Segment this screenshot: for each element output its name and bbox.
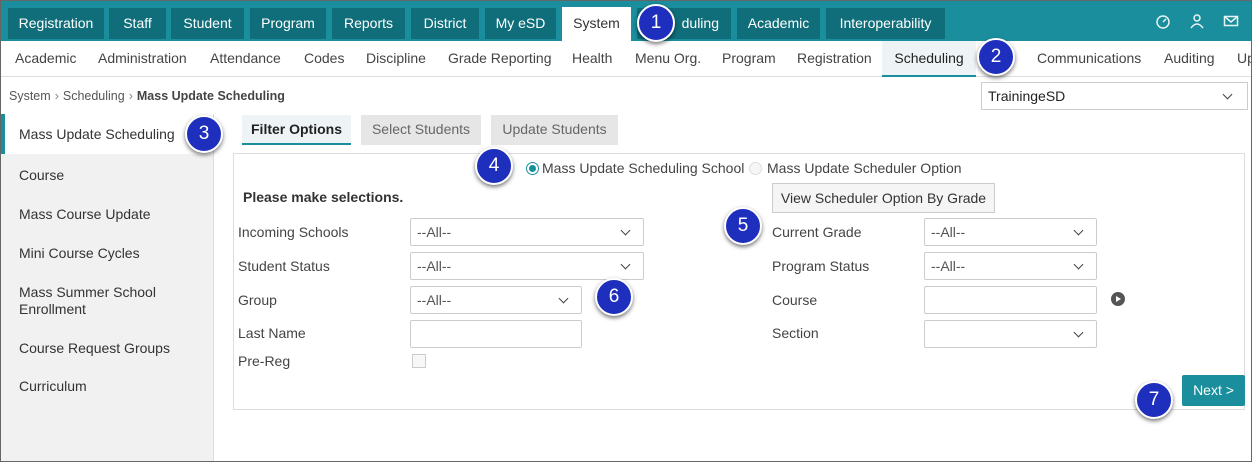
- current-grade-select[interactable]: --All--: [924, 218, 1097, 246]
- top-tab-registration[interactable]: Registration: [8, 8, 104, 39]
- top-icons: [1155, 13, 1239, 29]
- sidebar-item-mass-update-scheduling[interactable]: Mass Update Scheduling: [1, 114, 213, 154]
- sidebar-item-course[interactable]: Course: [1, 167, 213, 183]
- chevron-down-icon: [1073, 259, 1084, 270]
- subnav-registration[interactable]: Registration: [797, 41, 872, 77]
- breadcrumb: System › Scheduling › Mass Update Scheduling: [9, 89, 285, 103]
- section-select[interactable]: [924, 320, 1097, 348]
- top-tab-student[interactable]: Student: [171, 8, 244, 39]
- chevron-down-icon: [1073, 327, 1084, 338]
- course-input[interactable]: [924, 286, 1097, 314]
- radio-label-scheduler-option: Mass Update Scheduler Option: [767, 160, 962, 176]
- breadcrumb-current: Mass Update Scheduling: [136, 89, 285, 103]
- top-navigation-bar: Registration Staff Student Program Repor…: [1, 1, 1251, 41]
- sidebar-item-mini-course-cycles[interactable]: Mini Course Cycles: [1, 245, 213, 261]
- incoming-schools-value: --All--: [417, 224, 452, 240]
- district-select[interactable]: TrainingeSD: [981, 82, 1248, 110]
- pre-reg-label: Pre-Reg: [238, 353, 291, 369]
- breadcrumb-scheduling[interactable]: Scheduling: [63, 89, 125, 103]
- callout-badge-5: 5: [724, 207, 762, 245]
- callout-badge-1: 1: [637, 4, 675, 42]
- chevron-down-icon: [1073, 225, 1084, 236]
- subnav-academic[interactable]: Academic: [15, 41, 76, 77]
- chevron-down-icon: [558, 293, 569, 304]
- sidebar-item-curriculum[interactable]: Curriculum: [1, 378, 213, 394]
- subnav-discipline[interactable]: Discipline: [366, 41, 426, 77]
- pre-reg-checkbox[interactable]: [412, 354, 426, 368]
- current-grade-value: --All--: [931, 224, 966, 240]
- sub-navigation: Academic Administration Attendance Codes…: [1, 41, 1251, 77]
- student-status-label: Student Status: [238, 258, 330, 274]
- top-tab-my-esd[interactable]: My eSD: [485, 8, 556, 39]
- mail-icon[interactable]: [1223, 13, 1239, 29]
- callout-badge-3: 3: [185, 115, 223, 153]
- top-tab-interoperability[interactable]: Interoperability: [826, 8, 945, 39]
- user-icon[interactable]: [1189, 13, 1205, 29]
- top-tab-system[interactable]: System: [562, 7, 631, 41]
- breadcrumb-system[interactable]: System: [9, 89, 51, 103]
- section-label: Section: [772, 325, 819, 341]
- tab-select-students[interactable]: Select Students: [361, 115, 481, 145]
- chevron-down-icon: [620, 259, 631, 270]
- callout-badge-6: 6: [595, 278, 633, 316]
- subnav-program[interactable]: Program: [722, 41, 776, 77]
- last-name-label: Last Name: [238, 325, 306, 341]
- student-status-value: --All--: [417, 258, 452, 274]
- play-icon[interactable]: [1111, 292, 1125, 306]
- group-label: Group: [238, 292, 277, 308]
- subnav-grade-reporting[interactable]: Grade Reporting: [448, 41, 552, 77]
- chevron-down-icon: [620, 225, 631, 236]
- callout-badge-7: 7: [1135, 381, 1173, 419]
- sidebar-item-course-request-groups[interactable]: Course Request Groups: [1, 340, 213, 356]
- callout-badge-2: 2: [977, 38, 1015, 76]
- subnav-administration[interactable]: Administration: [98, 41, 187, 77]
- breadcrumb-separator-icon: ›: [128, 89, 133, 103]
- radio-label-school: Mass Update Scheduling School: [542, 160, 745, 176]
- current-grade-label: Current Grade: [772, 224, 862, 240]
- view-scheduler-option-button[interactable]: View Scheduler Option By Grade: [772, 183, 995, 213]
- incoming-schools-select[interactable]: --All--: [410, 218, 644, 246]
- top-tab-district[interactable]: District: [411, 8, 479, 39]
- student-status-select[interactable]: --All--: [410, 252, 644, 280]
- tab-update-students[interactable]: Update Students: [491, 115, 618, 145]
- callout-badge-4: 4: [475, 147, 513, 185]
- radio-mass-update-scheduling-school[interactable]: [526, 162, 539, 175]
- sidebar-item-mass-summer-school-enrollment[interactable]: Mass Summer School Enrollment: [1, 284, 171, 318]
- subnav-attendance[interactable]: Attendance: [210, 41, 281, 77]
- subnav-auditing[interactable]: Auditing: [1164, 41, 1215, 77]
- top-tab-staff[interactable]: Staff: [109, 8, 166, 39]
- incoming-schools-label: Incoming Schools: [238, 224, 349, 240]
- radio-mass-update-scheduler-option[interactable]: [749, 162, 762, 175]
- subnav-health[interactable]: Health: [572, 41, 612, 77]
- left-sidebar: Mass Update Scheduling Course Mass Cours…: [1, 114, 214, 461]
- top-tab-academic[interactable]: Academic: [737, 8, 820, 39]
- group-value: --All--: [417, 292, 452, 308]
- app-frame: Registration Staff Student Program Repor…: [0, 0, 1252, 462]
- last-name-input[interactable]: [410, 320, 582, 348]
- dashboard-icon[interactable]: [1155, 13, 1171, 29]
- subnav-overflow[interactable]: Up: [1237, 41, 1251, 77]
- sidebar-item-mass-course-update[interactable]: Mass Course Update: [1, 206, 213, 222]
- program-status-select[interactable]: --All--: [924, 252, 1097, 280]
- group-select[interactable]: --All--: [410, 286, 582, 314]
- subnav-menu-org[interactable]: Menu Org.: [635, 41, 701, 77]
- tab-filter-options[interactable]: Filter Options: [242, 115, 351, 145]
- chevron-down-icon: [1222, 89, 1233, 100]
- district-select-value: TrainingeSD: [988, 88, 1066, 104]
- course-label: Course: [772, 292, 818, 308]
- top-tab-program[interactable]: Program: [250, 8, 326, 39]
- subnav-codes[interactable]: Codes: [304, 41, 344, 77]
- next-button[interactable]: Next >: [1182, 375, 1245, 406]
- breadcrumb-separator-icon: ›: [54, 89, 59, 103]
- subnav-communications[interactable]: Communications: [1037, 41, 1141, 77]
- program-status-label: Program Status: [772, 258, 870, 274]
- subnav-scheduling[interactable]: Scheduling: [882, 41, 976, 77]
- program-status-value: --All--: [931, 258, 966, 274]
- instruction-text: Please make selections.: [243, 189, 404, 205]
- top-tab-reports[interactable]: Reports: [332, 8, 405, 39]
